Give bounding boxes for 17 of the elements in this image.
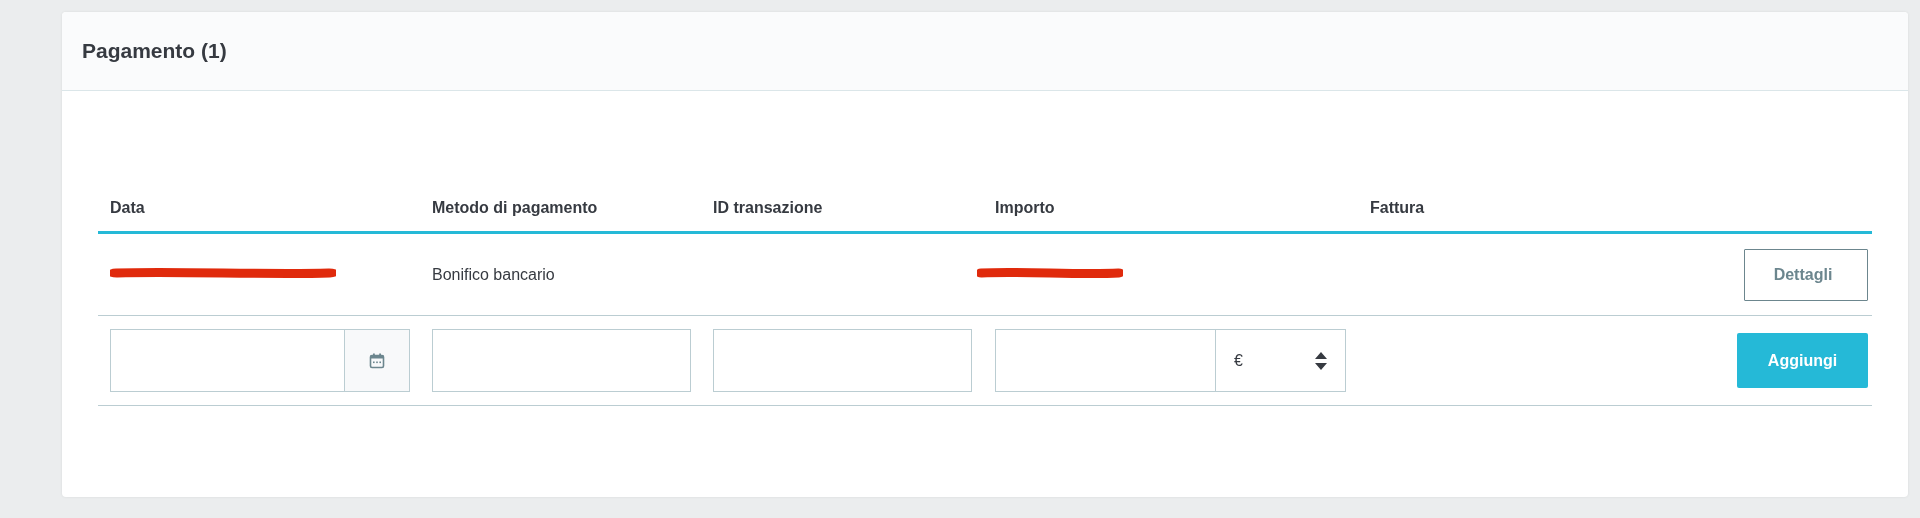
payment-method-field[interactable] [432, 329, 691, 392]
column-header: Data [109, 199, 146, 217]
calendar-icon [369, 352, 385, 369]
column-header: Fattura [1369, 199, 1426, 217]
column-header: Metodo di pagamento [431, 199, 599, 217]
amount-field[interactable] [995, 329, 1215, 392]
currency-value: € [1234, 351, 1243, 370]
details-button[interactable]: Dettagli [1744, 248, 1868, 301]
transaction-id-field[interactable] [713, 329, 972, 392]
column-header: ID transazione [712, 199, 824, 217]
date-field[interactable] [110, 329, 410, 392]
add-button[interactable]: Aggiungi [1737, 333, 1868, 388]
sort-arrows-icon [1315, 351, 1327, 370]
panel-title: Pagamento (1) [82, 39, 227, 63]
column-header: Importo [994, 199, 1056, 217]
currency-select[interactable]: € [1215, 329, 1346, 392]
table-cell-text: Bonifico bancario [431, 265, 556, 284]
